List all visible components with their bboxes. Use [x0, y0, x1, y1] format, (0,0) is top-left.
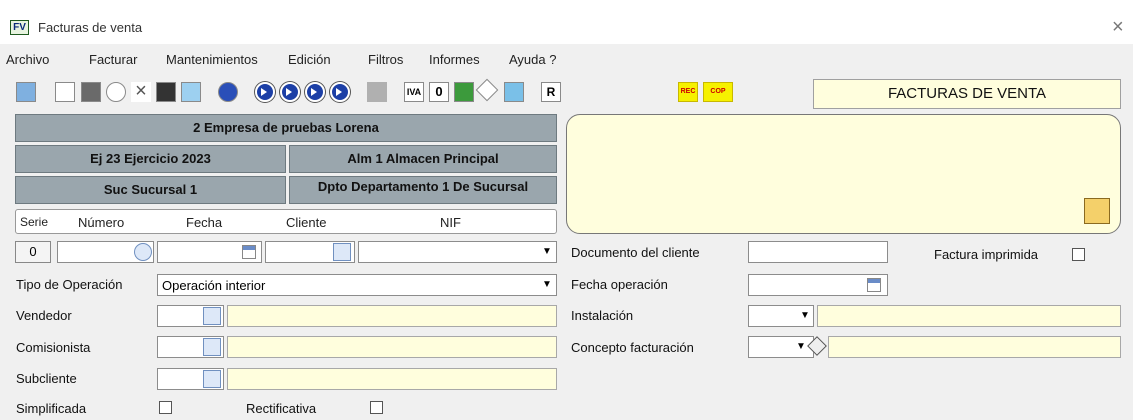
company-label: 2 Empresa de pruebas Lorena	[15, 114, 557, 142]
first-record-icon[interactable]	[255, 82, 275, 102]
tipo-operacion-select[interactable]: Operación interior	[157, 274, 557, 296]
fecha-operacion-calendar-icon[interactable]	[867, 278, 881, 292]
factura-imprimida-checkbox[interactable]	[1072, 248, 1085, 261]
simplificada-checkbox[interactable]	[159, 401, 172, 414]
comisionista-lookup-icon[interactable]	[203, 338, 221, 356]
notes-tag-icon[interactable]	[1084, 198, 1110, 224]
instalacion-name-field	[817, 305, 1121, 327]
col-nif: NIF	[440, 215, 461, 230]
flag-icon[interactable]	[367, 82, 387, 102]
previous-record-icon[interactable]	[280, 82, 300, 102]
delete-icon[interactable]: ×	[131, 81, 151, 102]
menu-bar: Archivo Facturar Mantenimientos Edición …	[0, 44, 1133, 74]
documento-cliente-label: Documento del cliente	[571, 245, 700, 260]
col-fecha: Fecha	[186, 215, 223, 230]
cop-icon[interactable]: COP	[703, 82, 733, 102]
menu-edicion[interactable]: Edición	[288, 52, 331, 67]
calculator-icon[interactable]	[504, 82, 524, 102]
refresh-icon[interactable]	[16, 82, 36, 102]
comisionista-name-field	[227, 336, 557, 358]
vendedor-name-field	[227, 305, 557, 327]
nif-dropdown-icon[interactable]: ▼	[538, 241, 556, 263]
menu-mantenimientos[interactable]: Mantenimientos	[166, 52, 258, 67]
simplificada-label: Simplificada	[16, 401, 87, 416]
col-numero: Número	[78, 215, 125, 230]
app-logo-icon: FV	[10, 20, 29, 35]
instalacion-dropdown-icon[interactable]: ▼	[796, 305, 814, 327]
warehouse-label: Alm 1 Almacen Principal	[289, 145, 557, 173]
help-icon[interactable]	[218, 82, 238, 102]
menu-archivo[interactable]: Archivo	[6, 52, 49, 67]
subcliente-label: Subcliente	[16, 371, 77, 386]
cliente-lookup-icon[interactable]	[333, 243, 351, 261]
fiscal-year-label: Ej 23 Ejercicio 2023	[15, 145, 286, 173]
menu-informes[interactable]: Informes	[429, 52, 480, 67]
fecha-calendar-icon[interactable]	[242, 245, 256, 259]
concepto-facturacion-label: Concepto facturación	[571, 340, 694, 355]
vendedor-label: Vendedor	[16, 308, 72, 323]
rectificativa-checkbox[interactable]	[370, 401, 383, 414]
nif-select[interactable]	[358, 241, 557, 263]
tipo-operacion-label: Tipo de Operación	[16, 277, 123, 292]
notes-area[interactable]	[566, 114, 1121, 234]
module-banner: FACTURAS DE VENTA	[813, 79, 1121, 109]
print-icon[interactable]	[156, 82, 176, 102]
serie-button[interactable]: 0	[15, 241, 51, 263]
factura-imprimida-label: Factura imprimida	[934, 247, 1039, 262]
rectificativa-label: Rectificativa	[246, 401, 317, 416]
branch-label: Suc Sucursal 1	[15, 176, 286, 204]
col-serie: Serie	[20, 215, 49, 229]
tipo-operacion-dropdown-icon[interactable]: ▼	[538, 274, 556, 296]
menu-filtros[interactable]: Filtros	[368, 52, 403, 67]
concepto-facturacion-name-field	[828, 336, 1121, 358]
zero-icon[interactable]: 0	[429, 82, 449, 102]
last-record-icon[interactable]	[330, 82, 350, 102]
iva-icon[interactable]: IVA	[404, 82, 424, 102]
subcliente-lookup-icon[interactable]	[203, 370, 221, 388]
fecha-operacion-label: Fecha operación	[571, 277, 668, 292]
search-icon[interactable]	[106, 82, 126, 102]
eraser-icon[interactable]	[475, 78, 499, 102]
numero-lookup-icon[interactable]	[134, 243, 152, 261]
comisionista-label: Comisionista	[16, 340, 91, 355]
menu-ayuda[interactable]: Ayuda ?	[509, 52, 556, 67]
col-cliente: Cliente	[286, 215, 327, 230]
r-icon[interactable]: R	[541, 82, 561, 102]
department-label: Dpto Departamento 1 De Sucursal	[289, 176, 557, 204]
window-title: Facturas de venta	[38, 20, 143, 35]
columns-header: Serie Número Fecha Cliente NIF	[15, 209, 557, 234]
save-icon[interactable]	[81, 82, 101, 102]
rec-icon[interactable]: REC	[678, 82, 698, 102]
menu-facturar[interactable]: Facturar	[89, 52, 137, 67]
documento-cliente-input[interactable]	[748, 241, 888, 263]
next-record-icon[interactable]	[305, 82, 325, 102]
close-button[interactable]: ×	[1112, 16, 1124, 39]
vendedor-lookup-icon[interactable]	[203, 307, 221, 325]
columns-icon[interactable]	[181, 82, 201, 102]
title-bar	[0, 0, 1133, 44]
cash-icon[interactable]	[454, 82, 474, 102]
new-document-icon[interactable]	[55, 82, 75, 102]
instalacion-label: Instalación	[571, 308, 634, 323]
subcliente-name-field	[227, 368, 557, 390]
